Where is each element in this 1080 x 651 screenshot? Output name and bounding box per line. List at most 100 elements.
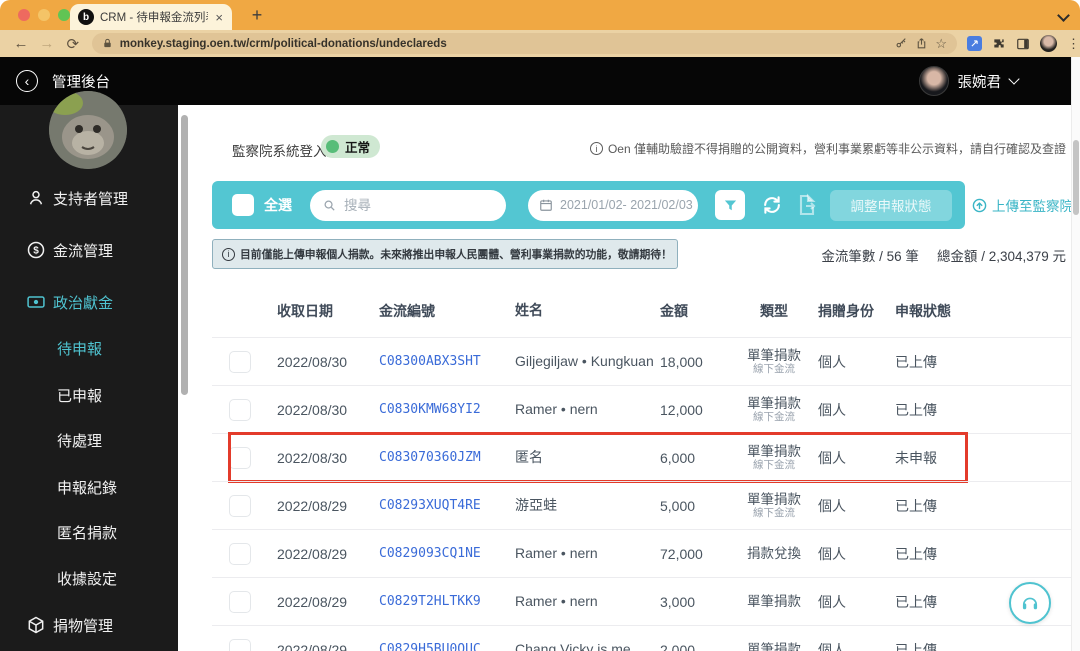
date-range-picker[interactable]: 2021/01/02- 2021/02/03: [528, 190, 698, 221]
record-count: 金流筆數 / 56 筆: [821, 245, 919, 265]
row-subtype: 線下金流: [732, 459, 816, 471]
row-subtype: 線下金流: [732, 507, 816, 519]
row-identity: 個人: [816, 544, 880, 564]
table-row[interactable]: 2022/08/29 C0829T2HLTKK9 Ramer • nern 3,…: [212, 577, 1071, 625]
row-status: 未申報: [880, 448, 980, 468]
row-checkbox[interactable]: [229, 639, 251, 651]
row-amount: 5,000: [656, 498, 732, 514]
row-code-link[interactable]: C08300ABX3SHT: [372, 354, 506, 369]
table-row[interactable]: 2022/08/30 C08300ABX3SHT Giljegiljaw • K…: [212, 337, 1071, 385]
sidebar-item-receipt-settings[interactable]: 收據設定: [0, 567, 178, 589]
row-amount: 6,000: [656, 450, 732, 466]
row-identity: 個人: [816, 352, 880, 372]
side-panel-icon[interactable]: [1016, 37, 1030, 51]
tab-close-icon[interactable]: ×: [214, 11, 224, 24]
package-icon: [26, 615, 46, 635]
bookmark-star-icon[interactable]: ☆: [935, 36, 947, 52]
row-status: 已上傳: [880, 496, 980, 516]
row-amount: 12,000: [656, 402, 732, 418]
extension-icon[interactable]: [967, 36, 982, 51]
chevron-down-icon: [1008, 73, 1019, 84]
password-key-icon[interactable]: [895, 37, 908, 50]
row-code-link[interactable]: C08293XUQT4RE: [372, 498, 506, 513]
table-header-row: 收取日期 金流編號 姓名 金額 類型 捐贈身份 申報狀態: [212, 285, 1071, 337]
total-amount: 總金額 / 2,304,379 元: [937, 245, 1066, 265]
table-body: 2022/08/30 C08300ABX3SHT Giljegiljaw • K…: [212, 337, 1071, 651]
row-checkbox[interactable]: [229, 543, 251, 565]
row-checkbox[interactable]: [229, 495, 251, 517]
search-input[interactable]: [344, 198, 474, 213]
row-identity: 個人: [816, 400, 880, 420]
upload-to-moj-button[interactable]: 上傳至監察院: [966, 181, 1078, 229]
share-icon[interactable]: [915, 37, 928, 50]
row-code-link[interactable]: C0829093CQ1NE: [372, 546, 506, 561]
site-favicon-icon: b: [78, 9, 94, 25]
row-status: 已上傳: [880, 544, 980, 564]
sidebar-item-pending[interactable]: 待處理: [0, 429, 178, 451]
address-bar[interactable]: monkey.staging.oen.tw/crm/political-dona…: [92, 33, 957, 54]
page-scrollbar-thumb[interactable]: [1073, 140, 1079, 215]
row-amount: 18,000: [656, 354, 732, 370]
sidebar-item-anonymous-donations[interactable]: 匿名捐款: [0, 521, 178, 543]
row-date: 2022/08/30: [268, 450, 372, 466]
info-icon: [590, 142, 603, 155]
sidebar-item-donated-goods[interactable]: 捐物管理: [0, 614, 178, 636]
sidebar-item-undeclared[interactable]: 待申報: [0, 337, 178, 359]
window-controls[interactable]: [18, 9, 70, 21]
header-date: 收取日期: [268, 301, 372, 321]
support-button[interactable]: [1009, 582, 1051, 624]
sidebar-item-political-donations[interactable]: 政治獻金: [0, 291, 178, 313]
table-row[interactable]: 2022/08/30 C0830KMW68YI2 Ramer • nern 12…: [212, 385, 1071, 433]
forward-icon[interactable]: →: [34, 35, 60, 52]
browser-menu-icon[interactable]: ⋮: [1067, 36, 1080, 52]
table-row[interactable]: 2022/08/29 C08293XUQT4RE 游亞蛙 5,000 單筆捐款 …: [212, 481, 1071, 529]
row-type: 單筆捐款: [732, 642, 816, 651]
row-checkbox[interactable]: [229, 399, 251, 421]
sidebar-scrollbar-thumb[interactable]: [181, 115, 188, 395]
table-row[interactable]: 2022/08/29 C0829093CQ1NE Ramer • nern 72…: [212, 529, 1071, 577]
row-code-link[interactable]: C0829T2HLTKK9: [372, 594, 506, 609]
row-checkbox[interactable]: [229, 591, 251, 613]
row-checkbox[interactable]: [229, 447, 251, 469]
row-checkbox[interactable]: [229, 351, 251, 373]
table-row[interactable]: 2022/08/30 C083070360JZM 匿名 6,000 單筆捐款 線…: [212, 433, 1071, 481]
adjust-declare-status-button[interactable]: 調整申報狀態: [830, 190, 952, 221]
user-avatar[interactable]: [919, 66, 949, 96]
sidebar-item-cashflow[interactable]: $ 金流管理: [0, 239, 178, 261]
sidebar-item-supporters[interactable]: 支持者管理: [0, 187, 178, 209]
reload-icon[interactable]: ⟳: [60, 35, 86, 53]
tab-search-chevron-icon[interactable]: [1057, 9, 1070, 22]
zoom-window-button[interactable]: [58, 9, 70, 21]
export-button[interactable]: [795, 193, 819, 217]
browser-tab[interactable]: b CRM - 待申報金流列表 | 政治獻金 ×: [70, 4, 232, 30]
sidebar-item-declaration-records[interactable]: 申報紀錄: [0, 476, 178, 498]
header-type: 類型: [732, 303, 816, 319]
dollar-circle-icon: $: [26, 240, 46, 260]
page-scrollbar[interactable]: [1071, 57, 1080, 651]
row-code-link[interactable]: C083070360JZM: [372, 450, 506, 465]
refresh-button[interactable]: [761, 194, 783, 216]
back-circle-icon[interactable]: ‹: [16, 70, 38, 92]
row-code-link[interactable]: C0830KMW68YI2: [372, 402, 506, 417]
sidebar-item-declared[interactable]: 已申報: [0, 384, 178, 406]
row-subtype: 線下金流: [732, 411, 816, 423]
browser-profile-avatar[interactable]: [1040, 35, 1057, 52]
svg-text:$: $: [33, 246, 39, 257]
table-row[interactable]: 2022/08/29 C0829H5BU0OUC Chang Vicky is …: [212, 625, 1071, 651]
filter-button[interactable]: [715, 190, 745, 220]
row-date: 2022/08/29: [268, 498, 372, 514]
user-menu[interactable]: 張婉君: [919, 66, 1019, 96]
select-all-checkbox[interactable]: [232, 194, 254, 216]
disclaimer-text: Oen 僅輔助驗證不得捐贈的公開資料，營利事業累虧等非公示資料，請自行確認及查證: [590, 140, 1066, 157]
close-window-button[interactable]: [18, 9, 30, 21]
search-box[interactable]: [310, 190, 506, 221]
new-tab-button[interactable]: +: [246, 4, 268, 26]
puzzle-extensions-icon[interactable]: [992, 37, 1006, 51]
sidebar-scrollbar[interactable]: [178, 105, 191, 651]
row-status: 已上傳: [880, 352, 980, 372]
minimize-window-button[interactable]: [38, 9, 50, 21]
header-name: 姓名: [506, 302, 656, 320]
row-code-link[interactable]: C0829H5BU0OUC: [372, 642, 506, 651]
org-avatar[interactable]: [49, 91, 127, 169]
back-icon[interactable]: ←: [8, 35, 34, 52]
